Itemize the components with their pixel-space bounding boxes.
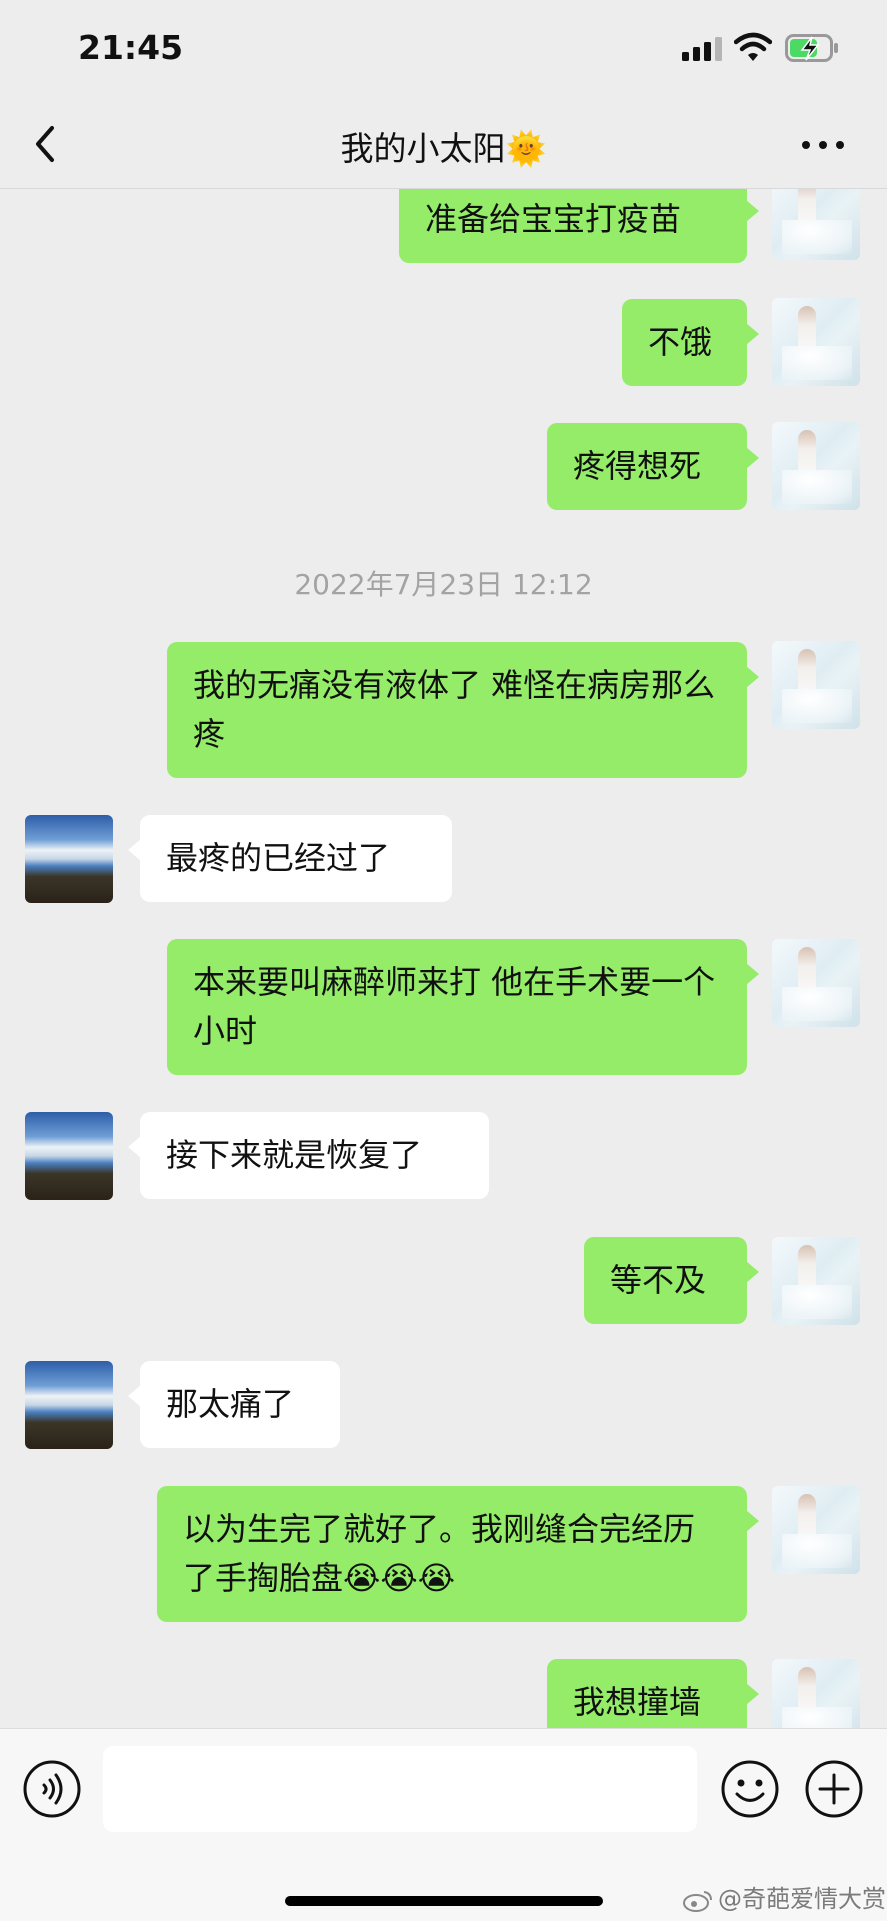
chat-header: 我的小太阳🌞 <box>0 100 887 189</box>
message-bubble[interactable]: 以为生完了就好了。我刚缝合完经历了手掏胎盘😭😭😭 <box>157 1486 759 1622</box>
my-avatar[interactable] <box>772 1659 860 1728</box>
contact-avatar[interactable] <box>25 1112 113 1200</box>
chat-title: 我的小太阳🌞 <box>340 129 547 168</box>
more-options-icon[interactable] <box>800 138 846 152</box>
message-bubble[interactable]: 我的无痛没有液体了 难怪在病房那么疼 <box>167 642 759 778</box>
message-bubble[interactable]: 最疼的已经过了 <box>128 815 452 902</box>
message-bubble[interactable]: 疼得想死 <box>547 423 759 510</box>
more-actions-plus-icon[interactable] <box>804 1759 864 1819</box>
message-bubble[interactable]: 那太痛了 <box>128 1361 340 1448</box>
wifi-icon <box>734 32 772 61</box>
emoji-icon[interactable] <box>720 1759 780 1819</box>
battery-charging-icon <box>785 34 838 62</box>
cellular-signal-icon <box>682 37 722 61</box>
message-bubble[interactable]: 准备给宝宝打疫苗 <box>399 189 759 263</box>
message-input[interactable] <box>103 1746 697 1832</box>
home-indicator <box>285 1896 603 1906</box>
my-avatar[interactable] <box>772 422 860 510</box>
message-bubble[interactable]: 不饿 <box>622 299 759 386</box>
my-avatar[interactable] <box>772 1486 860 1574</box>
my-avatar[interactable] <box>772 641 860 729</box>
message-bubble[interactable]: 我想撞墙 <box>547 1659 759 1728</box>
contact-avatar[interactable] <box>25 1361 113 1449</box>
message-bubble[interactable]: 本来要叫麻醉师来打 他在手术要一个小时 <box>167 939 759 1075</box>
weibo-logo-icon <box>683 1891 712 1912</box>
my-avatar[interactable] <box>772 189 860 260</box>
status-time: 21:45 <box>78 28 184 67</box>
status-bar: 21:45 <box>0 0 887 100</box>
message-bubble[interactable]: 接下来就是恢复了 <box>128 1112 489 1199</box>
chat-timestamp: 2022年7月23日 12:12 <box>294 568 593 601</box>
input-bar: @奇葩爱情大赏 <box>0 1728 887 1921</box>
contact-avatar[interactable] <box>25 815 113 903</box>
my-avatar[interactable] <box>772 298 860 386</box>
my-avatar[interactable] <box>772 1237 860 1325</box>
my-avatar[interactable] <box>772 939 860 1027</box>
message-bubble[interactable]: 等不及 <box>584 1237 759 1324</box>
voice-input-icon[interactable] <box>22 1759 82 1819</box>
watermark: @奇葩爱情大赏 <box>682 1879 886 1914</box>
message-list[interactable]: 准备给宝宝打疫苗 不饿 疼得想死 2022年7月23日 12:12 我的无痛没有… <box>0 189 887 1728</box>
watermark-text: @奇葩爱情大赏 <box>718 1885 886 1913</box>
